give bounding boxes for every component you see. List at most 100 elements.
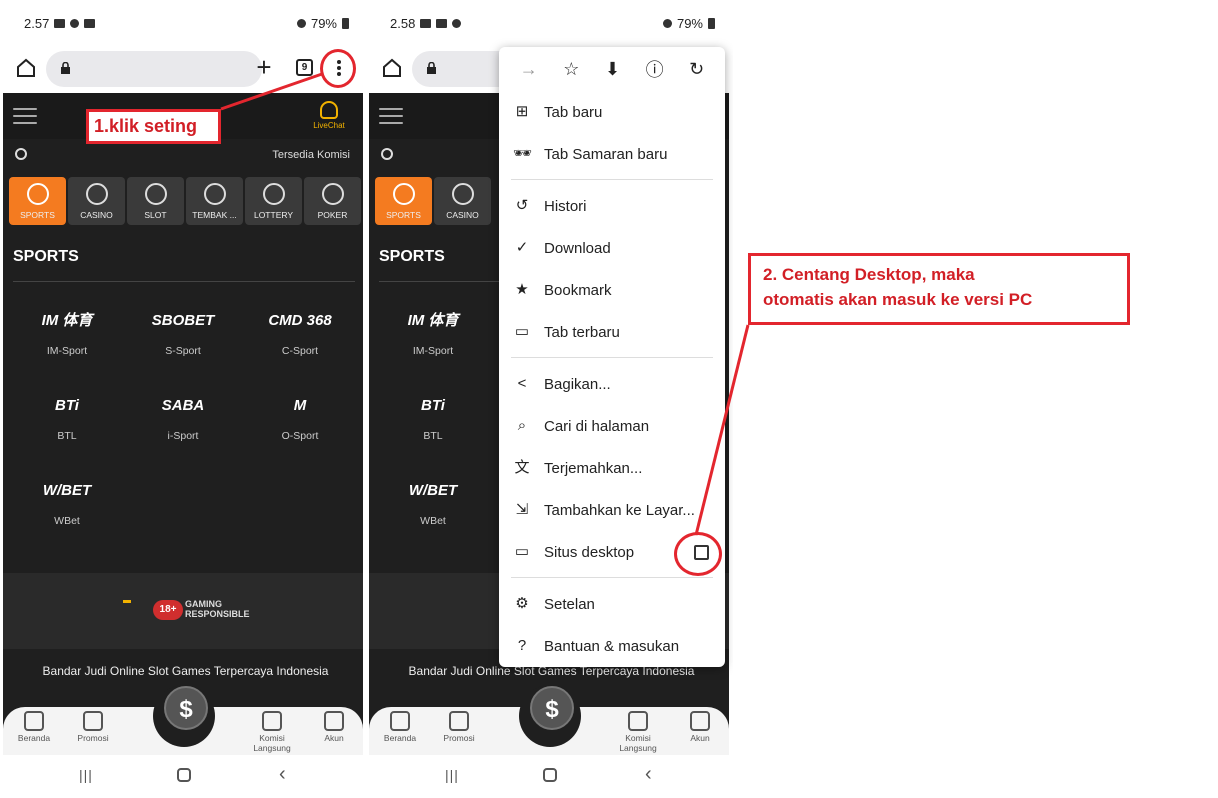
provider-name: i-Sport: [167, 430, 199, 442]
category-tabs: SPORTS CASINO SLOT TEMBAK ... LOTTERY PO…: [9, 177, 361, 225]
tab-lottery[interactable]: LOTTERY: [245, 177, 302, 225]
home-icon[interactable]: [381, 57, 403, 79]
provider-im-sport[interactable]: IM 体育 IM-Sport: [373, 308, 493, 368]
recents-button[interactable]: |||: [79, 767, 93, 783]
desktop-icon: ▭: [514, 543, 530, 560]
tab-sports[interactable]: SPORTS: [375, 177, 432, 225]
tab-switcher-button[interactable]: 9: [296, 59, 313, 76]
menu-item-cari[interactable]: ⌕ Cari di halaman: [499, 405, 725, 447]
provider-im-sport[interactable]: IM 体育 IM-Sport: [7, 308, 127, 368]
tab-sports[interactable]: SPORTS: [9, 177, 66, 225]
provider-i-sport[interactable]: SABA i-Sport: [123, 393, 243, 453]
money-icon: [628, 711, 648, 731]
recents-button[interactable]: |||: [445, 767, 459, 783]
menu-item-histori[interactable]: ↺ Histori: [499, 185, 725, 227]
menu-item-bagikan[interactable]: < Bagikan...: [499, 363, 725, 405]
tab-casino[interactable]: CASINO: [434, 177, 491, 225]
tab-tembak[interactable]: TEMBAK ...: [186, 177, 243, 225]
url-field[interactable]: [46, 51, 262, 87]
status-bar: 2.57 79%: [3, 0, 367, 46]
deposit-fab[interactable]: $: [164, 686, 208, 730]
annotation-step-2-line-2: otomatis akan masuk ke versi PC: [763, 290, 1033, 309]
status-bar: 2.58 79%: [369, 0, 733, 46]
menu-item-tab-baru[interactable]: ⊞ Tab baru: [499, 91, 725, 133]
battery-icon: [342, 17, 349, 29]
deposit-fab[interactable]: $: [530, 686, 574, 730]
nav-komisi[interactable]: Komisi Langsung: [611, 711, 665, 753]
signal-icon: [296, 18, 306, 28]
nav-beranda[interactable]: Beranda: [373, 711, 427, 743]
menu-item-tambahkan[interactable]: ⇲ Tambahkan ke Layar...: [499, 489, 725, 531]
provider-c-sport[interactable]: CMD 368 C-Sport: [240, 308, 360, 368]
livechat-button[interactable]: LiveChat: [307, 101, 351, 130]
info-icon[interactable]: ⓘ: [646, 56, 664, 82]
provider-name: BTL: [423, 430, 443, 442]
dash: [123, 600, 131, 603]
menu-separator: [511, 577, 713, 578]
download-check-icon: ✓: [515, 239, 529, 256]
sports-icon: [393, 183, 415, 205]
money-icon: [262, 711, 282, 731]
download-icon[interactable]: ⬇: [605, 59, 620, 80]
find-in-page-icon: ⌕: [517, 417, 527, 434]
tab-poker[interactable]: POKER: [304, 177, 361, 225]
slot-icon: [145, 183, 167, 205]
hamburger-icon[interactable]: [13, 108, 37, 124]
home-button[interactable]: [177, 768, 191, 782]
tab-slot[interactable]: SLOT: [127, 177, 184, 225]
home-button[interactable]: [543, 768, 557, 782]
refresh-icon[interactable]: ↻: [689, 59, 704, 80]
menu-item-terjemahkan[interactable]: 文 Terjemahkan...: [499, 447, 725, 489]
highlight-circle-menu: [320, 49, 356, 88]
menu-separator: [511, 179, 713, 180]
user-icon: [690, 711, 710, 731]
menu-item-bookmark[interactable]: ★ Bookmark: [499, 269, 725, 311]
age-badge: 18+: [153, 600, 183, 620]
provider-logo: M: [293, 397, 307, 414]
home-icon: [390, 711, 410, 731]
provider-btl[interactable]: BTi BTL: [373, 393, 493, 453]
info-bar: Tersedia Komisi: [3, 145, 363, 165]
plus-square-icon: ⊞: [515, 103, 529, 120]
nav-komisi[interactable]: Komisi Langsung: [245, 711, 299, 753]
back-button[interactable]: ‹: [645, 763, 652, 786]
home-icon[interactable]: [15, 57, 37, 79]
provider-name: BTL: [57, 430, 77, 442]
provider-name: WBet: [54, 515, 80, 527]
system-nav-bar: ||| ‹: [3, 755, 363, 798]
provider-name: IM-Sport: [46, 345, 88, 357]
new-tab-button[interactable]: +: [252, 54, 276, 80]
menu-item-setelan[interactable]: ⚙ Setelan: [499, 583, 725, 625]
menu-item-tab-terbaru[interactable]: ▭ Tab terbaru: [499, 311, 725, 353]
menu-item-download[interactable]: ✓ Download: [499, 227, 725, 269]
category-tabs: SPORTS CASINO: [375, 177, 491, 225]
nav-promosi[interactable]: Promosi: [432, 711, 486, 743]
phone-screenshot-2: 2.58 79% SPORTS CASINO SPORTS IM 体育 IM-S…: [369, 0, 733, 798]
battery-icon: [708, 17, 715, 29]
provider-wbet[interactable]: W/BET WBet: [373, 478, 493, 538]
help-icon: ?: [517, 637, 527, 654]
menu-item-tab-samaran[interactable]: 🕶 Tab Samaran baru: [499, 133, 725, 175]
menu-item-bantuan[interactable]: ? Bantuan & masukan: [499, 625, 725, 667]
provider-o-sport[interactable]: M O-Sport: [240, 393, 360, 453]
forward-icon[interactable]: →: [520, 59, 538, 80]
section-title: SPORTS: [13, 248, 79, 265]
fish-icon: [204, 183, 226, 205]
website-content: LiveChat Tersedia Komisi SPORTS CASINO S…: [3, 93, 363, 755]
star-icon[interactable]: ☆: [563, 59, 579, 80]
provider-btl[interactable]: BTi BTL: [7, 393, 127, 453]
hamburger-icon[interactable]: [379, 108, 403, 124]
lock-icon: [61, 62, 70, 74]
nav-akun[interactable]: Akun: [673, 711, 727, 743]
provider-logo: W/BET: [42, 482, 92, 499]
provider-wbet[interactable]: W/BET WBet: [7, 478, 127, 538]
nav-promosi[interactable]: Promosi: [66, 711, 120, 743]
gift-icon: [449, 711, 469, 731]
tab-casino[interactable]: CASINO: [68, 177, 125, 225]
provider-s-sport[interactable]: SBOBET S-Sport: [123, 308, 243, 368]
nav-akun[interactable]: Akun: [307, 711, 361, 743]
back-button[interactable]: ‹: [279, 763, 286, 786]
nav-beranda[interactable]: Beranda: [7, 711, 61, 743]
komisi-text: Tersedia Komisi: [272, 149, 350, 161]
highlight-circle-checkbox: [674, 532, 722, 576]
